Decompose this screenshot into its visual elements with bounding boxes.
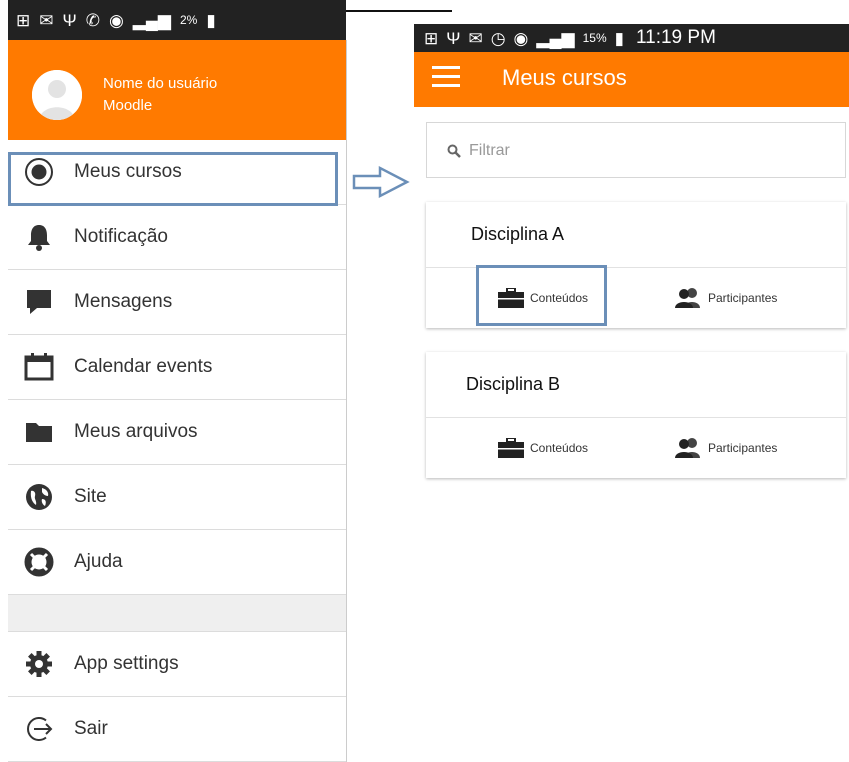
contents-label: Conteúdos [530,441,589,455]
page-title: Meus cursos [502,65,627,90]
app-bar: Meus cursos [414,52,849,107]
users-icon [674,288,702,308]
whatsapp-icon: ✆ [85,10,100,30]
add-icon: ⊞ [16,10,31,30]
avatar[interactable] [32,70,82,120]
menu-item-meus-arquivos[interactable]: Meus arquivos [8,400,346,465]
search-input[interactable] [467,137,831,165]
menu-item-site[interactable]: Site [8,465,346,530]
menu-item-ajuda[interactable]: Ajuda [8,530,346,595]
drawer-menu: Meus cursos Notificação Mensagens Calend… [8,140,346,762]
briefcase-icon [498,438,524,458]
chat-bubble-icon [24,287,54,317]
participants-label: Participantes [708,441,778,455]
alarm-icon: ◷ [490,28,506,48]
course-title[interactable]: Disciplina A [426,202,846,268]
contents-button[interactable]: Conteúdos [498,434,588,462]
lifebuoy-icon [24,547,54,577]
right-phone-screen: ⊞ Ψ ✉ ◷ ◉ ▂▄▆ 15% ▮ 11:19 PM Meus cursos… [414,24,849,762]
battery-level: 2% [180,13,198,27]
menu-item-notificacao[interactable]: Notificação [8,205,346,270]
mail-icon: ✉ [468,28,483,48]
user-site: Moodle [103,97,153,114]
menu-label: Meus arquivos [74,421,198,442]
drawer-edge [346,40,347,762]
user-name: Nome do usuário [103,75,218,92]
course-card-b[interactable]: Disciplina B Conteúdos Participantes [426,352,846,478]
menu-label: Calendar events [74,356,213,377]
calendar-icon [24,352,54,382]
wifi-icon: ◉ [108,10,124,30]
add-icon: ⊞ [424,28,439,48]
menu-item-calendar-events[interactable]: Calendar events [8,335,346,400]
course-title[interactable]: Disciplina B [426,352,846,418]
battery-icon: ▮ [206,10,216,30]
participants-label: Participantes [708,291,778,305]
folder-icon [24,417,54,447]
signal-icon: ▂▄▆ [132,10,171,30]
highlight-box-conteudos [476,265,607,326]
menu-label: Site [74,486,107,507]
status-bar: ⊞ Ψ ✉ ◷ ◉ ▂▄▆ 15% ▮ 11:19 PM [414,24,849,52]
usb-icon: Ψ [446,28,461,48]
gear-icon [24,649,54,679]
menu-divider [8,595,346,632]
left-phone-screen: ⊞ ✉ Ψ ✆ ◉ ▂▄▆ 2% ▮ Nome do usuário Moodl… [8,0,346,762]
search-icon [447,144,461,163]
status-bar: ⊞ ✉ Ψ ✆ ◉ ▂▄▆ 2% ▮ [8,0,346,40]
clock: 11:19 PM [635,27,716,48]
menu-icon[interactable] [432,66,460,88]
menu-label: Ajuda [74,551,123,572]
menu-label: Mensagens [74,291,173,312]
menu-label: App settings [74,653,179,674]
battery-level: 15% [582,31,607,45]
menu-label: Sair [74,718,108,739]
search-bar[interactable] [426,122,846,178]
bell-icon [24,222,54,252]
participants-button[interactable]: Participantes [674,284,777,312]
course-actions: Conteúdos Participantes [426,418,846,478]
logout-icon [24,714,54,744]
divider-line [346,10,452,12]
mail-icon: ✉ [39,10,54,30]
participants-button[interactable]: Participantes [674,434,777,462]
highlight-box-meus-cursos [8,152,338,206]
menu-item-sair[interactable]: Sair [8,697,346,762]
signal-icon: ▂▄▆ [536,28,575,48]
arrow-right-icon [352,165,410,199]
menu-label: Notificação [74,226,168,247]
drawer-header: Nome do usuário Moodle [8,40,346,140]
menu-item-mensagens[interactable]: Mensagens [8,270,346,335]
usb-icon: Ψ [62,10,77,30]
wifi-icon: ◉ [513,28,529,48]
battery-icon: ▮ [614,28,624,48]
users-icon [674,438,702,458]
globe-icon [24,482,54,512]
menu-item-app-settings[interactable]: App settings [8,632,346,697]
